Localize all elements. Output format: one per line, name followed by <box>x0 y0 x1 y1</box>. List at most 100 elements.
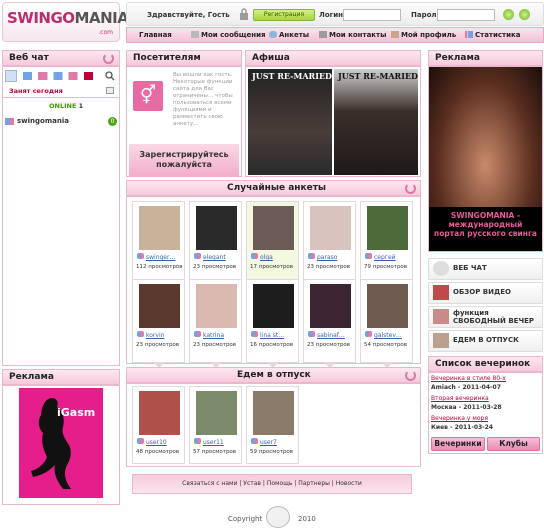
profile-name[interactable]: sabinaf… <box>308 331 345 339</box>
profile-views: 54 просмотров <box>364 342 408 348</box>
nav-home[interactable]: Главная <box>139 31 172 39</box>
divider <box>3 97 119 98</box>
profile-card[interactable]: lina st… 16 просмотров <box>246 279 299 368</box>
profile-name[interactable]: user11 <box>194 438 224 446</box>
search-icon[interactable] <box>105 71 115 81</box>
footer-link[interactable]: Устав <box>243 480 261 487</box>
profile-photo[interactable] <box>310 284 351 328</box>
profile-name[interactable]: user10 <box>137 438 167 446</box>
footer-link[interactable]: Связаться с нами <box>182 480 237 487</box>
refresh-random-icon[interactable] <box>405 183 416 194</box>
profile-name[interactable]: katrina <box>194 331 224 339</box>
parties-header: Список вечеринок <box>428 356 543 372</box>
afisha-poster-2[interactable]: JUST RE-MARIED <box>334 69 418 175</box>
profile-photo[interactable] <box>139 391 180 435</box>
seal-icon <box>266 506 290 528</box>
party-link[interactable]: Вечеринка в стиле 80-х <box>431 375 506 382</box>
profile-photo[interactable] <box>196 284 237 328</box>
contacts-icon <box>319 31 327 38</box>
login-submit-icon[interactable] <box>503 9 514 20</box>
logo-text: SWINGOMANIA <box>7 9 129 27</box>
party-link[interactable]: Вторая вечеринка <box>431 395 489 402</box>
profile-card[interactable]: galstev… 54 просмотров <box>360 279 413 368</box>
banner-caption: SWINGOMANIA - международный портал русск… <box>434 211 537 238</box>
login-label: Логин <box>319 11 344 19</box>
parties-panel: Вечеринка в стиле 80-х Amiach - 2011-04-… <box>428 372 543 454</box>
profile-name[interactable]: galstev… <box>365 331 402 339</box>
nav-contacts[interactable]: Мои контакты <box>319 31 386 39</box>
profile-card[interactable]: korvin 23 просмотров <box>132 279 185 368</box>
profile-photo[interactable] <box>253 391 294 435</box>
profile-card[interactable]: sabinaf… 23 просмотров <box>303 279 356 368</box>
profile-photo[interactable] <box>367 206 408 250</box>
register-cta[interactable]: Зарегистрируйтесь пожалуйста <box>129 144 239 176</box>
profile-views: 57 просмотров <box>193 449 237 455</box>
profile-card[interactable]: paraso 23 просмотров <box>303 201 356 290</box>
footer-link[interactable]: Новости <box>336 480 362 487</box>
visitors-header: Посетителям <box>126 50 242 66</box>
filter-icons[interactable] <box>23 72 99 80</box>
ads-left-header: Реклама <box>2 369 120 385</box>
profile-card[interactable]: olga 17 просмотров <box>246 201 299 290</box>
profile-card[interactable]: elegant 23 просмотров <box>189 201 242 290</box>
vacation-card[interactable]: user7 59 просмотров <box>246 386 299 464</box>
profile-views: 23 просмотров <box>193 264 237 270</box>
profile-name[interactable]: swinger… <box>137 253 175 261</box>
footer-link[interactable]: Помощь <box>267 480 293 487</box>
profile-name[interactable]: korvin <box>137 331 164 339</box>
remember-icon[interactable] <box>519 9 530 20</box>
refresh-vacation-icon[interactable] <box>405 370 416 381</box>
profile-name[interactable]: olga <box>251 253 273 261</box>
igasm-logo-text: iGasm <box>57 406 96 419</box>
busy-checkbox[interactable] <box>106 87 114 94</box>
login-input[interactable] <box>343 9 401 21</box>
site-logo[interactable]: SWINGOMANIA .com <box>2 2 129 42</box>
profile-card[interactable]: katrina 23 просмотров <box>189 279 242 368</box>
profile-name[interactable]: elegant <box>194 253 226 261</box>
refresh-icon[interactable] <box>103 53 114 64</box>
register-button[interactable]: Регистрация <box>253 9 315 21</box>
profile-photo[interactable] <box>310 206 351 250</box>
profile-card[interactable]: swinger… 112 просмотров <box>132 201 185 290</box>
profile-views: 17 просмотров <box>250 264 294 270</box>
igasm-banner[interactable]: iGasm <box>19 388 103 498</box>
profile-photo[interactable] <box>253 206 294 250</box>
profile-photo[interactable] <box>196 206 237 250</box>
profile-card[interactable]: сергей 79 просмотров <box>360 201 413 290</box>
vacation-button[interactable]: ЕДЕМ В ОТПУСК <box>428 330 543 352</box>
vacation-card[interactable]: user11 57 просмотров <box>189 386 242 464</box>
nav-stats[interactable]: Статистика <box>465 31 520 39</box>
banner-image <box>429 67 542 207</box>
free-evening-button[interactable]: функция СВОБОДНЫЙ ВЕЧЕР <box>428 306 543 328</box>
profile-photo[interactable] <box>139 206 180 250</box>
copyright-year: 2010 <box>298 515 316 523</box>
afisha-poster-1[interactable]: JUST RE-MARIED <box>248 69 332 175</box>
webchat-button[interactable]: ВЕБ ЧАТ <box>428 258 543 280</box>
profile-name[interactable]: lina st… <box>251 331 284 339</box>
vacation-card[interactable]: user10 48 просмотров <box>132 386 185 464</box>
footer-links: Связаться с нами | Устав | Помощь | Парт… <box>132 474 412 494</box>
footer-link[interactable]: Партнеры <box>298 480 330 487</box>
nav-profiles[interactable]: Анкеты <box>269 31 309 39</box>
nav-messages[interactable]: Мои сообщения <box>191 31 266 39</box>
parties-button[interactable]: Вечеринки <box>431 437 485 451</box>
busy-today-link[interactable]: Занят сегодня <box>9 87 63 95</box>
all-filter-icon[interactable] <box>5 70 17 82</box>
profile-name[interactable]: user7 <box>251 438 277 446</box>
profile-photo[interactable] <box>139 284 180 328</box>
profile-name[interactable]: paraso <box>308 253 337 261</box>
nav-profile[interactable]: Мой профиль <box>391 31 456 39</box>
clubs-button[interactable]: Клубы <box>487 437 540 451</box>
profile-name[interactable]: сергей <box>365 253 396 261</box>
password-input[interactable] <box>437 9 495 21</box>
random-panel: swinger… 112 просмотров elegant 23 просмот… <box>126 196 421 368</box>
profile-photo[interactable] <box>367 284 408 328</box>
video-review-button[interactable]: ОБЗОР ВИДЕО <box>428 282 543 304</box>
party-info: Киев - 2011-03-24 <box>431 424 494 431</box>
online-user[interactable]: swingomania <box>17 117 69 125</box>
ads-right-banner[interactable]: SWINGOMANIA - международный портал русск… <box>428 66 543 252</box>
profile-photo[interactable] <box>196 391 237 435</box>
party-link[interactable]: Вечеринка у моря <box>431 415 488 422</box>
profile-photo[interactable] <box>253 284 294 328</box>
webchat-header: Веб чат <box>2 50 120 66</box>
